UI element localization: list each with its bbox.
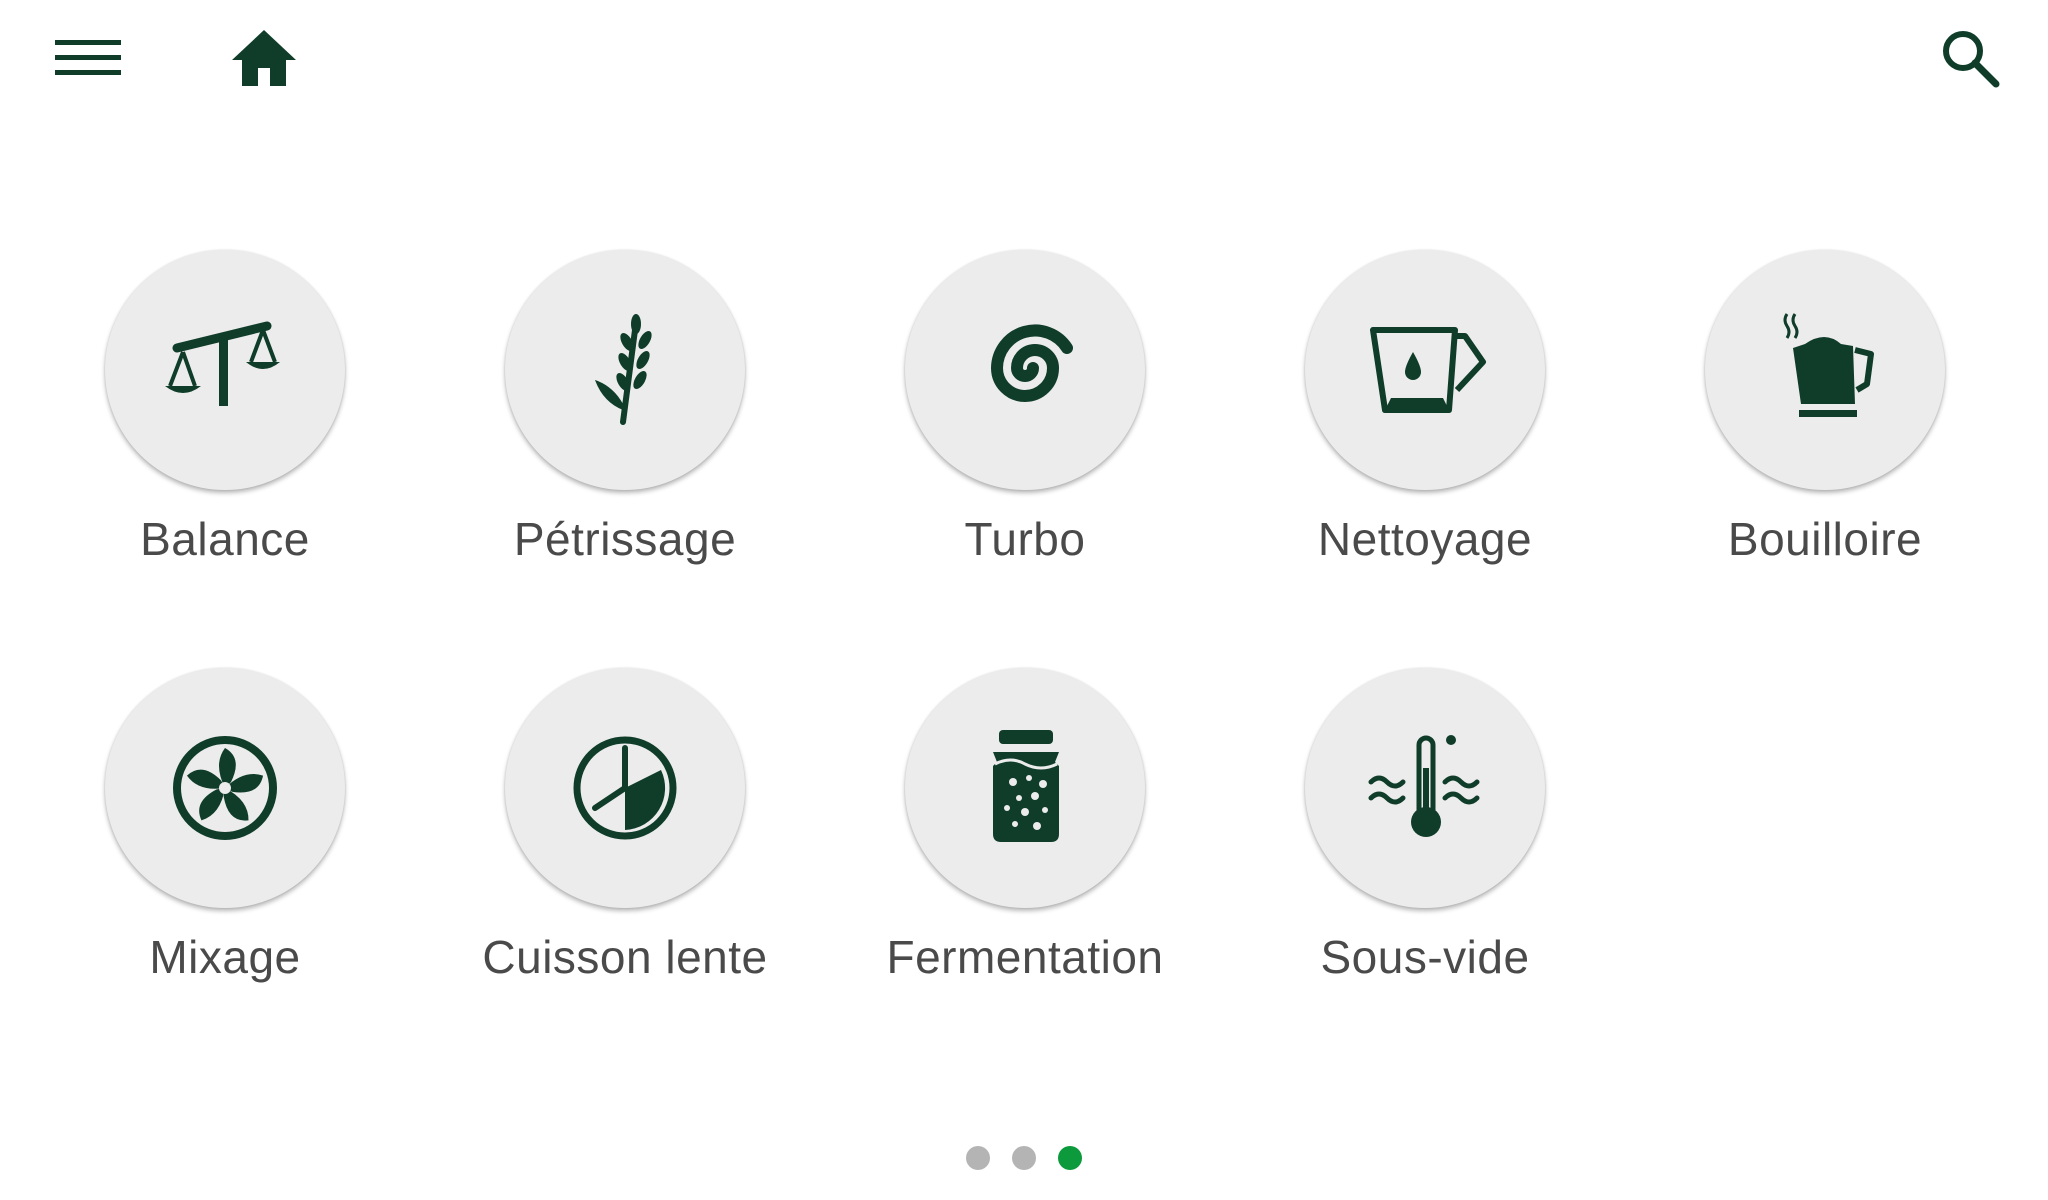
mode-tile-mixage[interactable]: Mixage <box>65 668 385 1008</box>
mode-label: Cuisson lente <box>482 931 768 983</box>
mode-label: Mixage <box>149 931 301 983</box>
fan-blade-icon <box>173 736 277 840</box>
scale-icon <box>165 321 280 406</box>
page-indicator <box>0 1146 2048 1176</box>
mode-button-fermentation[interactable] <box>905 668 1145 908</box>
home-icon[interactable] <box>222 20 306 96</box>
mode-label: Nettoyage <box>1317 513 1533 565</box>
wheat-icon <box>595 314 652 425</box>
mode-tile-sous-vide[interactable]: Sous-vide <box>1265 668 1585 1008</box>
spiral-icon <box>990 324 1073 402</box>
mode-tile-turbo[interactable]: Turbo <box>865 250 1185 590</box>
mode-tile-balance[interactable]: Balance <box>65 250 385 590</box>
jar-icon <box>993 730 1059 842</box>
clock-icon <box>573 736 677 840</box>
mode-label: Bouilloire <box>1727 513 1923 565</box>
mode-tile-nettoyage[interactable]: Nettoyage <box>1265 250 1585 590</box>
mode-label: Turbo <box>964 513 1086 565</box>
mode-tile-bouilloire[interactable]: Bouilloire <box>1665 250 1985 590</box>
mode-label: Balance <box>140 513 310 565</box>
page-dot-1[interactable] <box>966 1146 990 1170</box>
mode-button-sous-vide[interactable] <box>1305 668 1545 908</box>
kettle-icon <box>1783 313 1874 417</box>
mode-label: Fermentation <box>886 931 1164 983</box>
mode-tile-petrissage[interactable]: Pétrissage <box>465 250 785 590</box>
mode-label: Sous-vide <box>1320 931 1530 983</box>
page-dot-3-active[interactable] <box>1058 1146 1082 1170</box>
thermometer-water-icon <box>1368 735 1480 837</box>
top-bar <box>0 0 2048 120</box>
mode-tile-fermentation[interactable]: Fermentation <box>865 668 1185 1008</box>
mode-button-bouilloire[interactable] <box>1705 250 1945 490</box>
mode-button-petrissage[interactable] <box>505 250 745 490</box>
mode-tile-cuisson-lente[interactable]: Cuisson lente <box>465 668 785 1008</box>
mode-button-balance[interactable] <box>105 250 345 490</box>
hamburger-menu-icon[interactable] <box>48 22 128 94</box>
mode-label: Pétrissage <box>513 513 737 565</box>
mode-button-mixage[interactable] <box>105 668 345 908</box>
mode-button-turbo[interactable] <box>905 250 1145 490</box>
blender-jug-drop-icon <box>1370 327 1486 413</box>
mode-button-nettoyage[interactable] <box>1305 250 1545 490</box>
search-icon[interactable] <box>1930 20 2010 96</box>
mode-button-cuisson-lente[interactable] <box>505 668 745 908</box>
page-dot-2[interactable] <box>1012 1146 1036 1170</box>
